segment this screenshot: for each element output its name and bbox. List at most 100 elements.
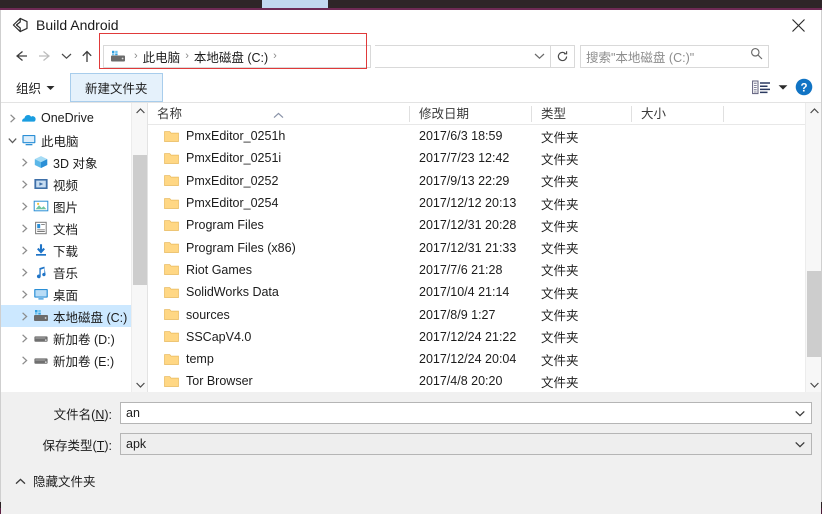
chevron-up-icon[interactable] <box>132 103 147 119</box>
chevron-up-icon[interactable] <box>806 103 821 119</box>
arrow-up-icon[interactable] <box>75 43 99 69</box>
tree-item-8[interactable]: 桌面 <box>1 283 147 305</box>
file-type-cell: 文件夹 <box>541 130 579 145</box>
file-name-cell: SolidWorks Data <box>148 285 410 299</box>
tree-item-5[interactable]: 文档 <box>1 217 147 239</box>
table-row[interactable]: Tor Browser 2017/4/8 20:20 文件夹 <box>148 370 821 391</box>
table-row[interactable]: sources 2017/8/9 1:27 文件夹 <box>148 303 821 325</box>
chevron-down-icon[interactable] <box>534 47 545 65</box>
file-date-cell: 2017/12/12 20:13 <box>419 196 517 211</box>
file-date-cell: 2017/12/24 20:04 <box>419 352 517 367</box>
new-folder-button[interactable]: 新建文件夹 <box>70 72 163 102</box>
caret-down-icon[interactable] <box>778 78 788 96</box>
file-list-scrollbar-thumb[interactable] <box>807 271 821 357</box>
close-icon[interactable] <box>783 12 813 38</box>
filename-row: 文件名(N): an <box>1 402 821 424</box>
table-row[interactable]: PmxEditor_0251i 2017/7/23 12:42 文件夹 <box>148 147 821 169</box>
breadcrumb-item-1[interactable]: 本地磁盘 (C:) <box>194 47 268 66</box>
hide-folders-label: 隐藏文件夹 <box>33 475 96 489</box>
file-name-label: Riot Games <box>186 262 252 277</box>
tree-item-4[interactable]: 图片 <box>1 195 147 217</box>
address-search-group: 搜索"本地磁盘 (C:)" <box>375 44 769 68</box>
search-icon[interactable] <box>750 47 763 65</box>
chevron-right-icon[interactable] <box>5 113 19 123</box>
tree-item-3[interactable]: 视频 <box>1 173 147 195</box>
chevron-right-icon[interactable] <box>17 223 31 233</box>
table-row[interactable]: PmxEditor_0252 2017/9/13 22:29 文件夹 <box>148 170 821 192</box>
refresh-icon[interactable] <box>551 44 575 68</box>
file-date-cell: 2017/10/4 21:14 <box>419 285 510 300</box>
tree-item-label: 此电脑 <box>41 134 79 149</box>
file-name-cell: PmxEditor_0251i <box>148 151 410 165</box>
filetype-select[interactable]: apk <box>120 433 812 455</box>
hide-folders-toggle[interactable]: 隐藏文件夹 <box>15 471 96 490</box>
column-header-date[interactable]: 修改日期 <box>410 103 532 125</box>
chevron-right-icon[interactable] <box>17 289 31 299</box>
table-row[interactable]: temp 2017/12/24 20:04 文件夹 <box>148 348 821 370</box>
table-row[interactable]: PmxEditor_0251h 2017/6/3 18:59 文件夹 <box>148 125 821 147</box>
arrow-left-icon[interactable] <box>9 43 33 69</box>
table-row[interactable]: Program Files (x86) 2017/12/31 21:33 文件夹 <box>148 236 821 258</box>
tree-item-9[interactable]: 本地磁盘 (C:) <box>1 305 147 327</box>
column-header-type[interactable]: 类型 <box>532 103 632 125</box>
dialog-form: 文件名(N): an 保存类型(T): apk 隐藏文件夹 <box>1 392 821 514</box>
file-name-label: Tor Browser <box>186 374 253 389</box>
arrow-right-icon <box>33 43 57 69</box>
chevron-right-icon[interactable] <box>17 179 31 189</box>
file-name-label: PmxEditor_0251h <box>186 129 286 144</box>
chevron-right-icon[interactable] <box>17 311 31 321</box>
tree-item-1[interactable]: 此电脑 <box>1 129 147 151</box>
chevron-down-icon[interactable] <box>132 377 147 392</box>
folder-icon <box>164 152 179 165</box>
column-header-size[interactable]: 大小 <box>632 103 724 125</box>
table-row[interactable]: PmxEditor_0254 2017/12/12 20:13 文件夹 <box>148 192 821 214</box>
help-icon[interactable]: ? <box>795 78 813 96</box>
search-input[interactable]: 搜索"本地磁盘 (C:)" <box>580 44 769 68</box>
tree-items: OneDrive 此电脑 3D 对象 视频 图片 文档 下载 音乐 桌面 本地磁盘 (C:) 新加卷… <box>1 103 147 371</box>
tree-item-6[interactable]: 下载 <box>1 239 147 261</box>
organize-button[interactable]: 组织 <box>9 74 62 101</box>
tree-item-0[interactable]: OneDrive <box>1 107 147 129</box>
breadcrumb[interactable]: › 此电脑 › 本地磁盘 (C:) › <box>103 44 371 68</box>
table-row[interactable]: Program Files 2017/12/31 20:28 文件夹 <box>148 214 821 236</box>
tree-item-7[interactable]: 音乐 <box>1 261 147 283</box>
chevron-right-icon[interactable] <box>17 355 31 365</box>
file-list-scrollbar[interactable] <box>805 103 821 392</box>
filename-input[interactable]: an <box>120 402 812 424</box>
address-bar-remainder[interactable] <box>375 44 551 68</box>
table-row[interactable]: Riot Games 2017/7/6 21:28 文件夹 <box>148 259 821 281</box>
filename-label-pre: 文件名( <box>53 407 96 422</box>
tree-item-11[interactable]: 新加卷 (E:) <box>1 349 147 371</box>
file-type-cell: 文件夹 <box>541 353 579 368</box>
drive-icon <box>110 50 126 63</box>
file-date-cell: 2017/12/24 21:22 <box>419 329 517 344</box>
tree-item-label: 桌面 <box>53 288 79 303</box>
tree-scrollbar-thumb[interactable] <box>133 155 147 285</box>
computer-icon <box>19 133 39 147</box>
file-name-label: PmxEditor_0251i <box>186 151 282 166</box>
file-list-rows: PmxEditor_0251h 2017/6/3 18:59 文件夹 PmxEdito… <box>148 125 821 391</box>
tree-item-2[interactable]: 3D 对象 <box>1 151 147 173</box>
chevron-right-icon[interactable] <box>17 267 31 277</box>
chevron-right-icon[interactable] <box>17 201 31 211</box>
breadcrumb-item-0[interactable]: 此电脑 <box>143 47 181 66</box>
list-view-icon[interactable] <box>752 80 771 95</box>
tree-item-label: 新加卷 (E:) <box>53 354 115 369</box>
save-file-dialog: Build Android › 此电脑 › 本地磁盘 (C:) › 搜索"本地磁… <box>0 10 822 514</box>
chevron-right-icon[interactable] <box>17 157 31 167</box>
filetype-value: apk <box>126 437 147 451</box>
chevron-down-icon[interactable] <box>806 377 821 392</box>
column-header-name[interactable]: 名称 <box>148 103 410 125</box>
chevron-right-icon[interactable] <box>17 245 31 255</box>
file-type-cell: 文件夹 <box>541 286 579 301</box>
tree-item-10[interactable]: 新加卷 (D:) <box>1 327 147 349</box>
chevron-down-icon[interactable] <box>57 43 75 69</box>
table-row[interactable]: SolidWorks Data 2017/10/4 21:14 文件夹 <box>148 281 821 303</box>
chevron-down-icon[interactable] <box>5 137 19 144</box>
tree-scrollbar[interactable] <box>131 103 147 392</box>
chevron-right-icon[interactable] <box>17 333 31 343</box>
chevron-down-icon[interactable] <box>795 403 805 423</box>
chevron-down-icon[interactable] <box>795 434 805 454</box>
file-date-cell: 2017/6/3 18:59 <box>419 129 503 144</box>
table-row[interactable]: SSCapV4.0 2017/12/24 21:22 文件夹 <box>148 326 821 348</box>
